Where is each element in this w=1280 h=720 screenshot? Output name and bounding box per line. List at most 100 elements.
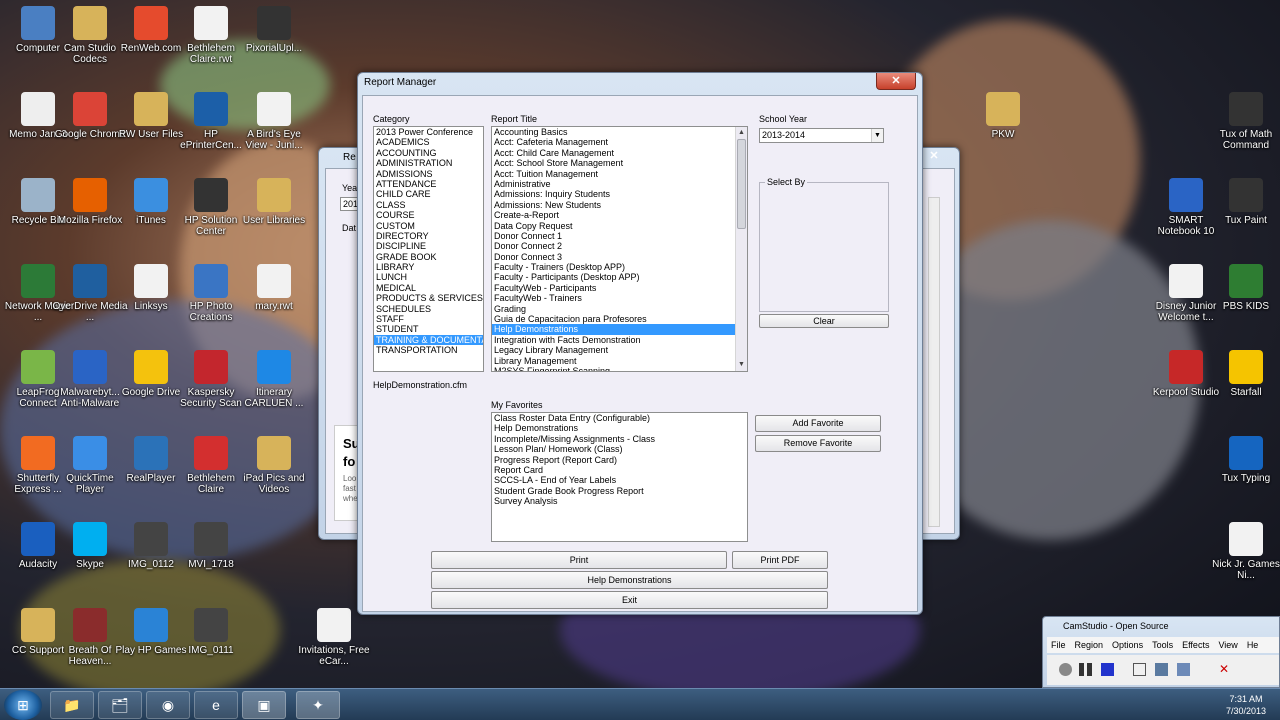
category-list-item[interactable]: MEDICAL xyxy=(374,283,483,293)
report-list-item[interactable]: Grading xyxy=(492,304,747,314)
desktop-icon[interactable]: Invitations, Free eCar... xyxy=(296,608,372,667)
category-list-item[interactable]: ATTENDANCE xyxy=(374,179,483,189)
scroll-up-icon[interactable]: ▲ xyxy=(736,127,747,139)
favorites-listbox[interactable]: Class Roster Data Entry (Configurable) He… xyxy=(491,412,748,542)
stop-icon[interactable] xyxy=(1101,663,1114,676)
report-list-item[interactable]: Acct: Child Care Management xyxy=(492,148,747,158)
favorite-list-item[interactable]: Student Grade Book Progress Report xyxy=(492,486,747,496)
category-list-item[interactable]: CLASS xyxy=(374,200,483,210)
desktop-icon[interactable]: A Bird's Eye View - Juni... xyxy=(236,92,312,151)
favorite-list-item[interactable]: Progress Report (Report Card) xyxy=(492,455,747,465)
camstudio-menu-item[interactable]: Options xyxy=(1112,640,1143,650)
category-list-item[interactable]: GRADE BOOK xyxy=(374,252,483,262)
remove-favorite-button[interactable]: Remove Favorite xyxy=(755,435,881,452)
taskbar-camstudio-button[interactable]: ▣ xyxy=(242,691,286,719)
print-pdf-button[interactable]: Print PDF xyxy=(732,551,828,569)
report-list-item[interactable]: Guia de Capacitacion para Profesores xyxy=(492,314,747,324)
options-icon[interactable] xyxy=(1155,663,1168,676)
desktop-icon[interactable]: Starfall xyxy=(1208,350,1280,398)
category-list-item[interactable]: ADMISSIONS xyxy=(374,169,483,179)
report-title-listbox[interactable]: Accounting Basics Acct: Cafeteria Managem… xyxy=(491,126,748,372)
desktop-icon[interactable]: Tux of Math Command xyxy=(1208,92,1280,151)
scroll-thumb[interactable] xyxy=(737,139,746,229)
taskbar-chrome-button[interactable]: ◉ xyxy=(146,691,190,719)
favorite-list-item[interactable]: Help Demonstrations xyxy=(492,423,747,433)
category-list-item[interactable]: LIBRARY xyxy=(374,262,483,272)
record-icon[interactable] xyxy=(1059,663,1072,676)
taskbar-renweb-button[interactable]: ✦ xyxy=(296,691,340,719)
report-list-item[interactable]: Create-a-Report xyxy=(492,210,747,220)
category-list-item[interactable]: DISCIPLINE xyxy=(374,241,483,251)
desktop-icon[interactable]: Nick Jr. Games Ni... xyxy=(1208,522,1280,581)
taskbar-folder-button[interactable]: 🗂 xyxy=(98,691,142,719)
report-list-item[interactable]: Data Copy Request xyxy=(492,221,747,231)
report-list-item[interactable]: Administrative xyxy=(492,179,747,189)
chevron-down-icon[interactable]: ▼ xyxy=(871,129,883,142)
category-list-item[interactable]: SCHEDULES xyxy=(374,304,483,314)
category-list-item[interactable]: CHILD CARE xyxy=(374,189,483,199)
desktop-icon[interactable]: PBS KIDS xyxy=(1208,264,1280,312)
desktop-icon[interactable]: PixorialUpl... xyxy=(236,6,312,54)
favorite-list-item[interactable]: Lesson Plan/ Homework (Class) xyxy=(492,444,747,454)
pause-icon[interactable] xyxy=(1079,663,1092,676)
report-list-item[interactable]: Library Management xyxy=(492,356,747,366)
background-scrollbar[interactable] xyxy=(928,197,940,527)
clear-button[interactable]: Clear xyxy=(759,314,889,328)
category-list-item[interactable]: COURSE xyxy=(374,210,483,220)
report-list-item[interactable]: Faculty - Participants (Desktop APP) xyxy=(492,272,747,282)
category-list-item[interactable]: 2013 Power Conference xyxy=(374,127,483,137)
favorite-list-item[interactable]: Survey Analysis xyxy=(492,496,747,506)
annotate-icon[interactable] xyxy=(1177,663,1190,676)
report-list-item[interactable]: Faculty - Trainers (Desktop APP) xyxy=(492,262,747,272)
camstudio-menu-item[interactable]: Effects xyxy=(1182,640,1209,650)
desktop-icon[interactable]: mary.rwt xyxy=(236,264,312,312)
report-list-item[interactable]: Admissions: New Students xyxy=(492,200,747,210)
system-clock[interactable]: 7:31 AM 7/30/2013 xyxy=(1226,693,1266,717)
report-list-item[interactable]: Legacy Library Management xyxy=(492,345,747,355)
report-list-item[interactable]: Acct: School Store Management xyxy=(492,158,747,168)
favorite-list-item[interactable]: Report Card xyxy=(492,465,747,475)
desktop-icon[interactable]: Tux Paint xyxy=(1208,178,1280,226)
favorite-list-item[interactable]: SCCS-LA - End of Year Labels xyxy=(492,475,747,485)
report-list-item[interactable]: Donor Connect 2 xyxy=(492,241,747,251)
report-list-item[interactable]: Acct: Tuition Management xyxy=(492,169,747,179)
report-list-item[interactable]: FacultyWeb - Trainers xyxy=(492,293,747,303)
taskbar-explorer-button[interactable]: 📁 xyxy=(50,691,94,719)
report-list-item[interactable]: Donor Connect 3 xyxy=(492,252,747,262)
category-listbox[interactable]: 2013 Power Conference ACADEMICS ACCOUNTING… xyxy=(373,126,484,372)
exit-button[interactable]: Exit xyxy=(431,591,828,609)
desktop-icon[interactable]: User Libraries xyxy=(236,178,312,226)
category-list-item[interactable]: TRANSPORTATION xyxy=(374,345,483,355)
desktop-icon[interactable]: MVI_1718 xyxy=(173,522,249,570)
camstudio-menu-item[interactable]: Tools xyxy=(1152,640,1173,650)
category-list-item[interactable]: CUSTOM xyxy=(374,221,483,231)
school-year-select[interactable]: 2013-2014 ▼ xyxy=(759,128,884,143)
desktop-icon[interactable]: PKW xyxy=(965,92,1041,140)
category-list-item[interactable]: TRAINING & DOCUMENTA xyxy=(374,334,483,346)
category-list-item[interactable]: PRODUCTS & SERVICES xyxy=(374,293,483,303)
scroll-down-icon[interactable]: ▼ xyxy=(736,359,747,371)
report-list-item[interactable]: Accounting Basics xyxy=(492,127,747,137)
favorite-list-item[interactable]: Class Roster Data Entry (Configurable) xyxy=(492,413,747,423)
taskbar-ie-button[interactable]: e xyxy=(194,691,238,719)
start-button[interactable]: ⊞ xyxy=(4,690,42,720)
report-list-item[interactable]: Acct: Cafeteria Management xyxy=(492,137,747,147)
report-list-item[interactable]: Integration with Facts Demonstration xyxy=(492,335,747,345)
desktop-icon[interactable]: Tux Typing xyxy=(1208,436,1280,484)
camstudio-menu-item[interactable]: He xyxy=(1247,640,1259,650)
camstudio-menu-item[interactable]: File xyxy=(1051,640,1066,650)
region-icon[interactable] xyxy=(1133,663,1146,676)
help-demonstrations-button[interactable]: Help Demonstrations xyxy=(431,571,828,589)
category-list-item[interactable]: STAFF xyxy=(374,314,483,324)
report-list-item[interactable]: Donor Connect 1 xyxy=(492,231,747,241)
favorite-list-item[interactable]: Incomplete/Missing Assignments - Class xyxy=(492,434,747,444)
desktop-icon[interactable]: IMG_0111 xyxy=(173,608,249,656)
category-list-item[interactable]: ADMINISTRATION xyxy=(374,158,483,168)
desktop-icon[interactable]: Itinerary CARLUEN ... xyxy=(236,350,312,409)
report-list-scrollbar[interactable]: ▲ ▼ xyxy=(735,127,747,371)
category-list-item[interactable]: ACCOUNTING xyxy=(374,148,483,158)
print-button[interactable]: Print xyxy=(431,551,727,569)
cursor-effect-icon[interactable]: ✕ xyxy=(1219,663,1232,676)
close-button[interactable]: ✕ xyxy=(876,73,916,90)
report-manager-window[interactable]: Report Manager ✕ Category 2013 Power Con… xyxy=(357,72,923,615)
